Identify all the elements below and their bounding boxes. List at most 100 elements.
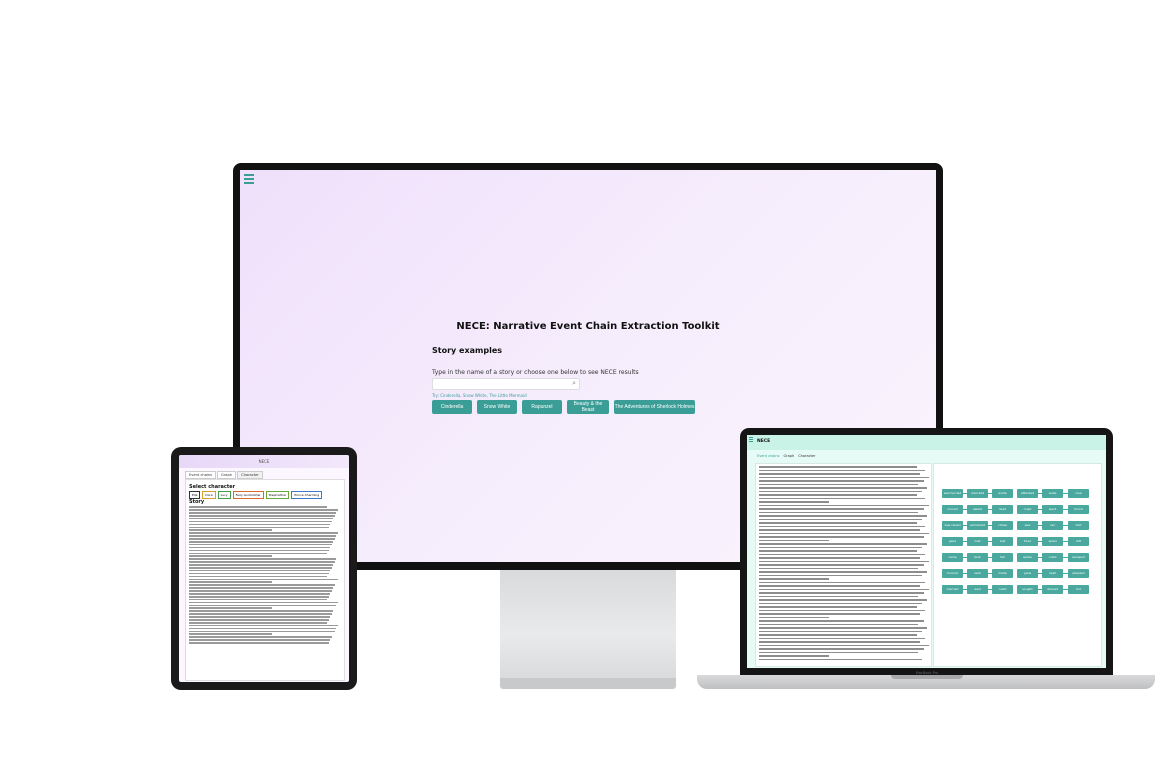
tab-event-chains[interactable]: Event chains <box>757 454 779 458</box>
event-node[interactable]: wed <box>967 585 988 594</box>
story-text-line <box>759 473 920 475</box>
event-node[interactable]: was hurried <box>942 489 963 498</box>
event-node[interactable]: unlocked <box>967 489 988 498</box>
menu-icon[interactable] <box>749 437 753 442</box>
event-node[interactable]: pleaded <box>1068 569 1089 578</box>
event-node[interactable]: found <box>1068 505 1089 514</box>
story-text-line <box>189 509 338 511</box>
event-node[interactable]: tried <box>1017 537 1038 546</box>
search-icon[interactable]: ⌕ <box>572 379 576 388</box>
event-node[interactable]: took <box>967 553 988 562</box>
story-text-line <box>189 567 332 569</box>
event-node[interactable]: moved <box>942 505 963 514</box>
story-text-line <box>189 607 272 610</box>
story-text-line <box>759 546 922 548</box>
story-text-line <box>189 575 327 578</box>
tab-graph[interactable]: Graph <box>783 454 794 458</box>
story-text-line <box>189 604 336 607</box>
character-button[interactable]: Prince Charming <box>291 491 323 499</box>
search-box[interactable]: ⌕ <box>432 378 580 398</box>
tab-graph[interactable]: Graph <box>217 471 237 479</box>
tab-event-chains[interactable]: Event chains <box>185 471 217 479</box>
event-node[interactable]: grew <box>1017 569 1038 578</box>
laptop-notch <box>891 675 963 679</box>
story-text-line <box>759 641 920 643</box>
event-node[interactable]: crept <box>1017 505 1038 514</box>
story-button-rapunzel[interactable]: Rapunzel <box>522 400 562 414</box>
story-text-line <box>759 483 919 485</box>
story-text-line <box>189 630 335 633</box>
story-button-snow-white[interactable]: Snow White <box>477 400 517 414</box>
event-node[interactable]: came <box>942 553 963 562</box>
event-node[interactable]: woke <box>1042 489 1063 498</box>
tab-character[interactable]: Character <box>237 471 263 479</box>
character-button[interactable]: Stepmother <box>265 491 290 499</box>
event-node[interactable]: told <box>1068 521 1089 530</box>
story-text-line <box>759 644 929 646</box>
event-node[interactable]: gave <box>942 537 963 546</box>
event-node[interactable]: saw <box>1017 521 1038 530</box>
tab-character[interactable]: Character <box>798 454 815 458</box>
event-node[interactable]: lost <box>992 537 1013 546</box>
event-node[interactable]: sent <box>967 569 988 578</box>
character-button[interactable]: Fairy Godmother <box>232 491 264 499</box>
story-text-line <box>189 543 332 546</box>
event-node[interactable]: chose <box>992 521 1013 530</box>
story-text-line <box>189 549 329 552</box>
story-text-line <box>759 529 920 531</box>
event-node[interactable]: danced <box>1042 585 1063 594</box>
event-node[interactable]: fell <box>992 553 1013 562</box>
story-text-line <box>759 578 829 580</box>
section-heading: Story examples <box>432 346 503 355</box>
event-node[interactable]: spied <box>1042 537 1063 546</box>
event-node[interactable]: left <box>1068 537 1089 546</box>
story-text-line <box>759 616 829 618</box>
story-text-line <box>189 595 329 598</box>
event-node[interactable]: married <box>942 585 963 594</box>
event-node[interactable]: wrote <box>992 489 1013 498</box>
character-button[interactable]: Lucy <box>217 491 231 499</box>
story-text-line <box>759 651 919 653</box>
event-node[interactable]: went <box>1042 505 1063 514</box>
event-node[interactable]: met <box>967 537 988 546</box>
event-node[interactable]: asked <box>967 505 988 514</box>
event-node[interactable]: ruled <box>992 585 1013 594</box>
event-node[interactable]: attacked <box>1017 489 1038 498</box>
event-graph-panel[interactable]: was hurried unlocked wrote attacked woke rose… <box>933 463 1102 667</box>
story-text-line <box>759 550 917 552</box>
story-text-line <box>189 569 330 572</box>
event-node[interactable]: escaped <box>1068 553 1089 562</box>
story-button-cinderella[interactable]: Cinderella <box>432 400 472 414</box>
event-node[interactable]: kept <box>1042 569 1063 578</box>
event-node[interactable]: hurried <box>942 569 963 578</box>
story-text-line <box>189 506 327 508</box>
event-node[interactable]: made <box>992 569 1013 578</box>
character-button[interactable]: Dora <box>202 491 216 499</box>
menu-icon[interactable] <box>244 174 254 184</box>
event-node[interactable]: was raised <box>942 521 963 530</box>
story-text-line <box>189 578 338 581</box>
laptop-brand-label: MacBook Pro <box>915 671 939 675</box>
story-text-line <box>759 522 917 524</box>
event-node[interactable]: ran <box>1042 521 1063 530</box>
character-button[interactable]: Ella <box>189 491 201 499</box>
story-text-line <box>759 539 829 541</box>
story-text-line <box>759 518 922 520</box>
story-text-line <box>759 588 929 590</box>
event-node[interactable]: hid <box>1068 585 1089 594</box>
story-button-beauty-beast[interactable]: Beauty & the Beast <box>567 400 609 414</box>
event-node[interactable]: ruled <box>1042 553 1063 562</box>
select-character-heading: Select character <box>189 484 236 490</box>
story-button-sherlock[interactable]: The Adventures of Sherlock Holmes <box>614 400 695 414</box>
event-node[interactable]: rose <box>1068 489 1089 498</box>
event-node[interactable]: lived <box>992 505 1013 514</box>
laptop-app-bar: NECE <box>747 435 1106 450</box>
story-text-line <box>759 525 926 527</box>
event-node[interactable]: sought <box>1017 585 1038 594</box>
story-text-line <box>189 523 330 526</box>
event-node[interactable]: wondered <box>967 521 988 530</box>
story-text-line <box>189 610 333 612</box>
event-node[interactable]: spoke <box>1017 553 1038 562</box>
story-text-line <box>759 567 919 569</box>
story-text-line <box>759 609 926 611</box>
